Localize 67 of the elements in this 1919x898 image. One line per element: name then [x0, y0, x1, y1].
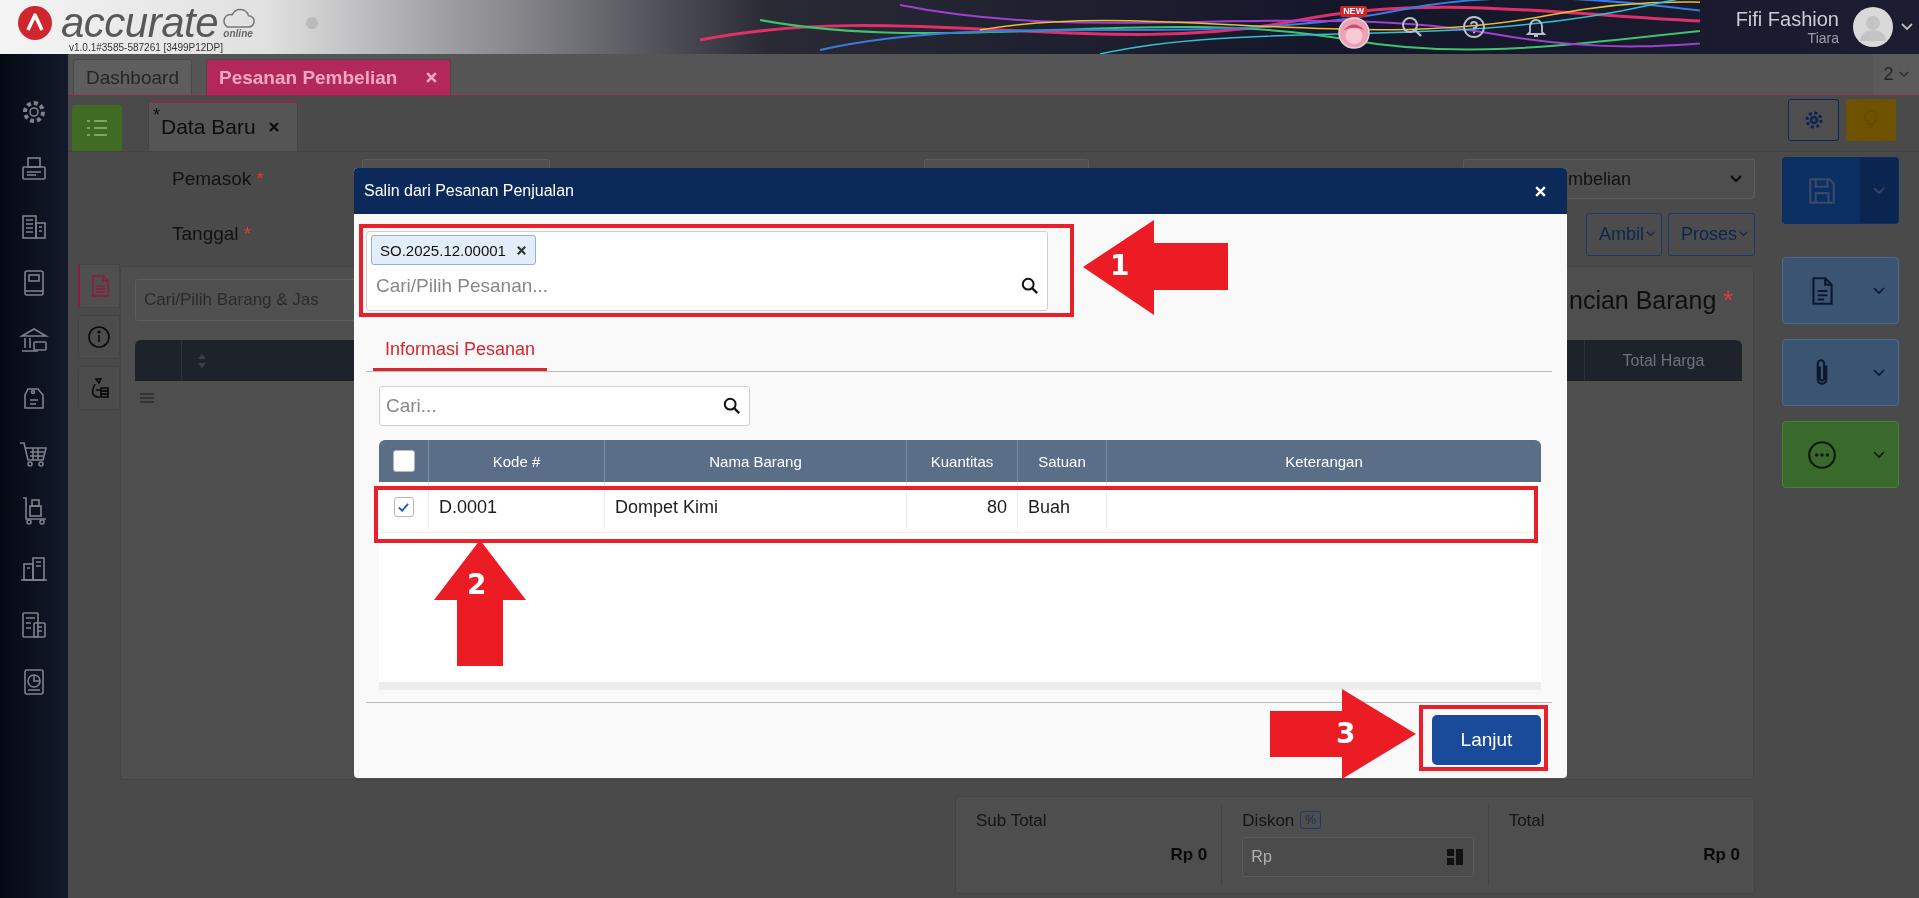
caret-icon	[1873, 450, 1885, 459]
logo-text: accurate	[61, 4, 219, 42]
step-number: 2	[467, 567, 487, 603]
caret-icon	[1739, 231, 1748, 237]
continue-button[interactable]: Lanjut	[1432, 715, 1541, 765]
company-name: Fifi Fashion	[1735, 8, 1839, 30]
section-title: ncian Barang *	[1569, 285, 1733, 315]
field-label: Pemasok *	[172, 168, 265, 190]
percent-toggle[interactable]: %	[1300, 811, 1321, 829]
list-icon	[85, 118, 109, 138]
search-icon[interactable]	[1021, 277, 1039, 295]
caret-icon	[1873, 186, 1885, 195]
caret-icon[interactable]	[1901, 23, 1913, 31]
tab-label: Data Baru	[161, 115, 256, 139]
total-value: Rp 0	[1170, 845, 1208, 865]
new-badge: NEW	[1340, 5, 1368, 17]
table-cell: D.0001	[428, 482, 604, 532]
dialog-title: Salin dari Pesanan Penjualan	[364, 182, 575, 200]
total-label: Total	[1508, 811, 1546, 831]
dialog-tab[interactable]: Informasi Pesanan	[373, 330, 548, 371]
mascot-icon[interactable]	[1337, 16, 1370, 49]
column-header: Total Harga	[1584, 340, 1742, 381]
document-button[interactable]	[1782, 257, 1899, 324]
caret-icon	[1873, 368, 1885, 377]
remove-icon[interactable]	[515, 244, 527, 256]
attachment-button[interactable]	[1782, 339, 1899, 406]
caret-icon	[1873, 286, 1885, 295]
page-tab[interactable]: Pesanan Pembelian	[205, 59, 452, 95]
check-icon	[397, 501, 410, 513]
search-field[interactable]: Cari...	[379, 386, 750, 426]
dot-icon	[306, 17, 319, 29]
step-number: 1	[1110, 248, 1130, 284]
settings-icon	[1803, 110, 1824, 130]
order-chip[interactable]: SO.2025.12.00001	[371, 235, 536, 265]
cloud-icon	[220, 7, 257, 29]
row-checkbox[interactable]	[393, 497, 414, 517]
avatar-icon[interactable]	[1853, 7, 1893, 47]
more-button[interactable]	[1782, 421, 1899, 488]
page-tab[interactable]: Dashboard	[73, 59, 192, 95]
document-tab[interactable]: *Data Baru	[148, 101, 298, 151]
field-label: Tanggal *	[172, 223, 253, 245]
total-label: Diskon	[1242, 811, 1295, 831]
order-picker-field[interactable]: SO.2025.12.00001 Cari/Pilih Pesanan...	[366, 231, 1048, 311]
caret-icon	[1898, 71, 1909, 78]
help-icon[interactable]	[1461, 15, 1486, 39]
select-all-checkbox[interactable]	[392, 450, 415, 472]
discount-field[interactable]: Rp	[1242, 837, 1474, 877]
logo-tagline: online	[223, 28, 253, 39]
scrollbar[interactable]	[379, 682, 1541, 690]
table-cell: Dompet Kimi	[604, 482, 906, 532]
total-label: Sub Total	[976, 811, 1048, 831]
user-name: Tiara	[1807, 30, 1839, 46]
version-text: v1.0.1#3585-587261 [3499P12DP]	[69, 42, 224, 53]
info-icon	[87, 325, 111, 349]
table-cell: 80	[906, 482, 1017, 532]
table-cell: Buah	[1017, 482, 1106, 532]
logo-icon[interactable]	[17, 5, 53, 41]
caret-icon	[1730, 175, 1742, 183]
search-icon[interactable]	[723, 397, 741, 415]
modified-mark: *	[153, 105, 160, 126]
total-value: Rp 0	[1703, 845, 1740, 865]
action-dropdown-button[interactable]: Proses	[1667, 212, 1755, 256]
search-icon[interactable]	[1399, 15, 1424, 39]
step-number: 3	[1336, 716, 1356, 752]
more-icon	[1805, 438, 1838, 471]
caret-icon	[1645, 231, 1655, 237]
action-dropdown-button[interactable]: Ambil	[1585, 212, 1662, 256]
